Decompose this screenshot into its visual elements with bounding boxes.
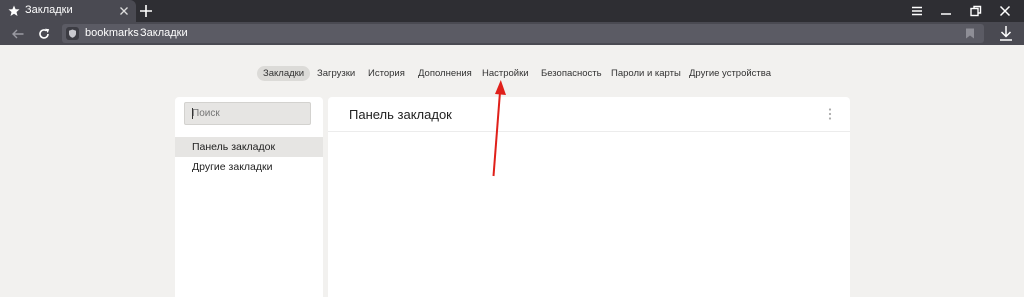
browser-tab[interactable]: Закладки xyxy=(0,0,136,22)
url-page-title: Закладки xyxy=(140,27,188,39)
download-icon[interactable] xyxy=(998,25,1014,42)
plus-icon[interactable] xyxy=(139,4,153,18)
nav-security[interactable]: Безопасность xyxy=(535,66,608,81)
more-vertical-icon[interactable] xyxy=(825,107,835,121)
folder-other-bookmarks[interactable]: Другие закладки xyxy=(175,157,323,177)
hamburger-menu-icon[interactable] xyxy=(910,4,924,18)
back-arrow-icon[interactable] xyxy=(11,27,25,41)
url-host: bookmarks xyxy=(85,27,139,39)
minimize-icon[interactable] xyxy=(939,4,953,18)
star-icon xyxy=(8,5,20,16)
browser-pages-nav: Закладки Загрузки История Дополнения Нас… xyxy=(0,63,1024,85)
header-divider xyxy=(328,131,850,132)
browser-toolbar: bookmarks Закладки xyxy=(0,22,1024,45)
bookmark-flag-icon[interactable] xyxy=(965,28,975,39)
address-bar[interactable]: bookmarks Закладки xyxy=(62,24,984,43)
shield-icon[interactable] xyxy=(66,27,79,40)
page-title: Панель закладок xyxy=(349,107,452,122)
restore-icon[interactable] xyxy=(969,4,983,18)
bookmarks-panel: Панель закладок xyxy=(328,97,850,297)
nav-other-devices[interactable]: Другие устройства xyxy=(683,66,777,81)
window-close-icon[interactable] xyxy=(998,4,1012,18)
folder-bookmarks-bar[interactable]: Панель закладок xyxy=(175,137,323,157)
nav-history[interactable]: История xyxy=(362,66,411,81)
text-cursor xyxy=(192,108,193,119)
title-bar: Закладки xyxy=(0,0,1024,22)
tab-title: Закладки xyxy=(25,4,73,16)
nav-extensions[interactable]: Дополнения xyxy=(412,66,478,81)
nav-downloads[interactable]: Загрузки xyxy=(311,66,361,81)
nav-bookmarks[interactable]: Закладки xyxy=(257,66,311,81)
reload-icon[interactable] xyxy=(37,27,51,41)
nav-settings[interactable]: Настройки xyxy=(476,66,535,81)
bookmarks-sidebar: Панель закладок Другие закладки xyxy=(175,97,323,297)
close-icon[interactable] xyxy=(119,6,129,16)
search-input[interactable] xyxy=(184,102,311,125)
nav-passwords-cards[interactable]: Пароли и карты xyxy=(605,66,687,81)
